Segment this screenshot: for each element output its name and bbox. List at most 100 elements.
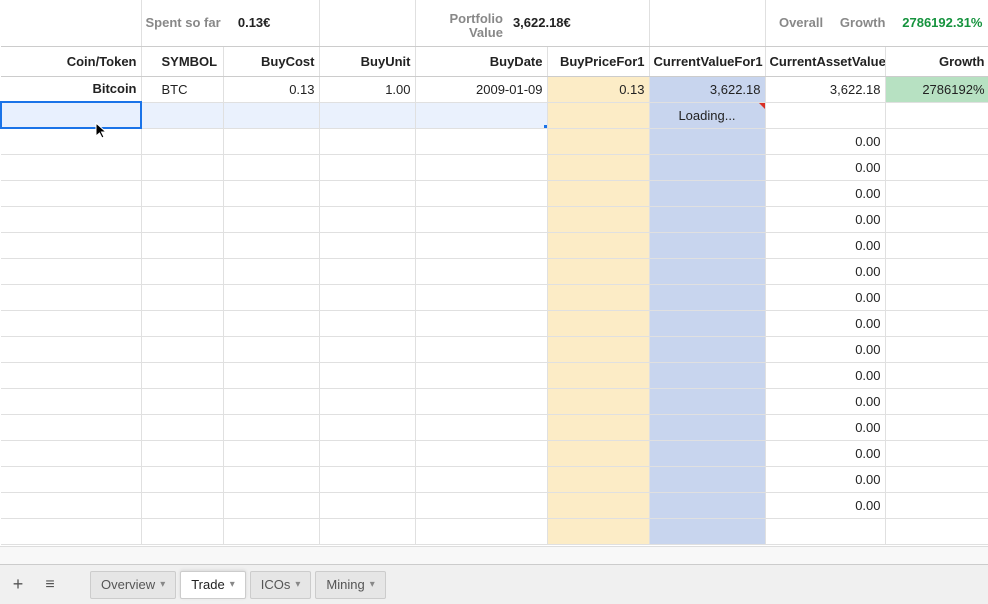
cell[interactable] <box>1 414 141 440</box>
cell-assetval[interactable]: 0.00 <box>765 440 885 466</box>
table-row[interactable] <box>1 518 988 544</box>
cell[interactable] <box>649 258 765 284</box>
header-buycost[interactable]: BuyCost <box>223 46 319 76</box>
cell-assetval[interactable]: 0.00 <box>765 388 885 414</box>
cell[interactable] <box>223 232 319 258</box>
table-row[interactable]: 0.00 <box>1 336 988 362</box>
cell[interactable] <box>649 414 765 440</box>
spreadsheet-grid[interactable]: Spent so far 0.13€ Portfolio Value 3,622… <box>0 0 988 545</box>
cell[interactable] <box>223 414 319 440</box>
cell-assetval[interactable]: 0.00 <box>765 466 885 492</box>
cell[interactable] <box>319 258 415 284</box>
cell[interactable] <box>223 518 319 544</box>
header-assetval[interactable]: CurrentAssetValue <box>765 46 885 76</box>
cell[interactable] <box>223 284 319 310</box>
cell[interactable] <box>547 206 649 232</box>
cell[interactable] <box>415 440 547 466</box>
cell[interactable] <box>319 154 415 180</box>
table-row[interactable]: 0.00 <box>1 440 988 466</box>
cell[interactable] <box>415 180 547 206</box>
cell[interactable] <box>649 492 765 518</box>
cell[interactable] <box>141 102 223 128</box>
cell[interactable] <box>547 492 649 518</box>
table-row[interactable]: 0.00 <box>1 310 988 336</box>
cell[interactable] <box>649 362 765 388</box>
cell[interactable] <box>885 232 988 258</box>
header-coin[interactable]: Coin/Token <box>1 46 141 76</box>
table-row[interactable]: 0.00 <box>1 492 988 518</box>
fill-handle-icon[interactable] <box>544 125 548 129</box>
header-buyprice1[interactable]: BuyPriceFor1 <box>547 46 649 76</box>
cell[interactable] <box>223 180 319 206</box>
cell-buyunit[interactable]: 1.00 <box>319 76 415 102</box>
header-curval1[interactable]: CurrentValueFor1 <box>649 46 765 76</box>
cell[interactable] <box>319 362 415 388</box>
cell[interactable] <box>223 466 319 492</box>
cell[interactable] <box>141 440 223 466</box>
cell[interactable] <box>141 128 223 154</box>
table-row[interactable]: Bitcoin BTC 0.13 1.00 2009-01-09 0.13 3,… <box>1 76 988 102</box>
cell-assetval[interactable]: 0.00 <box>765 232 885 258</box>
table-row[interactable]: Loading... <box>1 102 988 128</box>
spent-cell[interactable]: Spent so far 0.13€ <box>141 0 319 46</box>
table-row[interactable]: 0.00 <box>1 128 988 154</box>
cell[interactable] <box>415 258 547 284</box>
cell[interactable] <box>547 440 649 466</box>
cell-assetval[interactable]: 0.00 <box>765 336 885 362</box>
cell[interactable] <box>885 258 988 284</box>
cell[interactable] <box>547 102 649 128</box>
cell[interactable] <box>649 310 765 336</box>
cell[interactable] <box>1 128 141 154</box>
cell[interactable] <box>885 154 988 180</box>
cell[interactable] <box>223 362 319 388</box>
cell[interactable] <box>547 388 649 414</box>
cell[interactable] <box>141 180 223 206</box>
cell[interactable] <box>649 284 765 310</box>
cell[interactable] <box>141 310 223 336</box>
cell[interactable] <box>885 362 988 388</box>
cell[interactable] <box>1 336 141 362</box>
cell-symbol[interactable]: BTC <box>141 76 223 102</box>
cell[interactable] <box>1 518 141 544</box>
cell-coin[interactable]: Bitcoin <box>1 76 141 102</box>
table-row[interactable]: 0.00 <box>1 414 988 440</box>
cell[interactable] <box>649 180 765 206</box>
cell[interactable] <box>141 232 223 258</box>
cell-growth[interactable]: 2786192% <box>885 76 988 102</box>
cell[interactable] <box>649 206 765 232</box>
cell[interactable] <box>1 440 141 466</box>
cell[interactable] <box>1 310 141 336</box>
horizontal-scrollbar[interactable] <box>0 546 988 564</box>
cell[interactable] <box>1 154 141 180</box>
cell-blank[interactable] <box>319 0 415 46</box>
cell[interactable] <box>319 414 415 440</box>
table-row[interactable]: 0.00 <box>1 466 988 492</box>
cell[interactable] <box>415 284 547 310</box>
cell[interactable] <box>319 336 415 362</box>
cell[interactable] <box>223 206 319 232</box>
tab-overview[interactable]: Overview ▾ <box>90 571 176 599</box>
cell-buycost[interactable]: 0.13 <box>223 76 319 102</box>
cell[interactable] <box>415 492 547 518</box>
cell[interactable] <box>415 466 547 492</box>
cell[interactable] <box>415 128 547 154</box>
cell[interactable] <box>547 518 649 544</box>
cell[interactable] <box>649 518 765 544</box>
cell[interactable] <box>547 232 649 258</box>
cell[interactable] <box>319 128 415 154</box>
cell-assetval[interactable]: 0.00 <box>765 310 885 336</box>
cell[interactable] <box>885 180 988 206</box>
cell[interactable] <box>415 310 547 336</box>
cell-assetval[interactable]: 0.00 <box>765 492 885 518</box>
cell-assetval[interactable]: 0.00 <box>765 154 885 180</box>
cell[interactable] <box>885 466 988 492</box>
cell[interactable] <box>223 440 319 466</box>
cell[interactable] <box>649 128 765 154</box>
cell[interactable] <box>885 310 988 336</box>
cell-assetval[interactable]: 0.00 <box>765 180 885 206</box>
cell[interactable] <box>223 492 319 518</box>
cell[interactable] <box>547 128 649 154</box>
cell-blank[interactable] <box>1 0 141 46</box>
cell[interactable] <box>547 284 649 310</box>
cell[interactable] <box>547 154 649 180</box>
